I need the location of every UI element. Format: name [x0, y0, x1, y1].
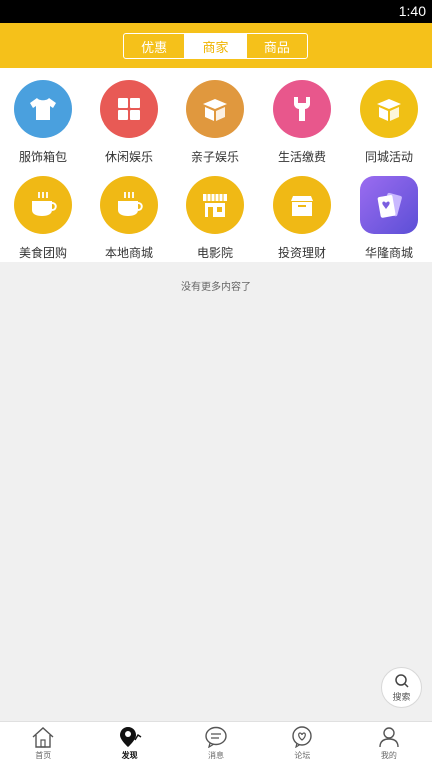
category-local-mall[interactable]: 本地商城	[86, 164, 172, 260]
tab-forum[interactable]: 论坛	[259, 722, 345, 767]
status-time: 1:40	[398, 3, 426, 19]
category-label: 华隆商城	[364, 246, 413, 260]
no-more-content-text: 没有更多内容了	[181, 282, 251, 293]
category-label: 亲子娱乐	[190, 150, 239, 164]
tab-label: 我的	[380, 751, 397, 760]
category-investment[interactable]: 投资理财	[259, 164, 345, 260]
chat-bubble-icon	[205, 726, 227, 748]
shirt-icon	[14, 80, 72, 138]
person-icon	[379, 727, 399, 748]
tab-label: 首页	[35, 751, 52, 760]
category-bill-payment[interactable]: 生活缴费	[259, 68, 345, 164]
status-bar: 1:40	[0, 0, 432, 23]
grid-icon	[100, 80, 158, 138]
tab-products[interactable]: 商品	[247, 34, 307, 58]
tab-label: 发现	[121, 751, 138, 760]
tab-label: 论坛	[294, 751, 311, 760]
location-pin-icon	[119, 727, 141, 747]
tab-discover[interactable]: 发现	[86, 722, 172, 767]
tab-home[interactable]: 首页	[0, 722, 86, 767]
category-clothing-bags[interactable]: 服饰箱包	[0, 68, 86, 164]
tab-label: 消息	[208, 751, 225, 760]
category-cinema[interactable]: 电影院	[172, 164, 258, 260]
segment-control: 优惠 商家 商品	[123, 33, 308, 59]
cards-icon	[360, 176, 418, 234]
box-icon	[186, 80, 244, 138]
search-button[interactable]: 搜索	[381, 667, 422, 708]
category-hualong-mall[interactable]: 华隆商城	[346, 164, 432, 260]
storefront-icon	[186, 176, 244, 234]
tab-discount[interactable]: 优惠	[124, 34, 186, 58]
category-local-events[interactable]: 同城活动	[346, 68, 432, 164]
box-icon	[273, 176, 331, 234]
top-header: 优惠 商家 商品	[0, 23, 432, 68]
wrench-icon	[273, 80, 331, 138]
search-icon	[394, 673, 409, 688]
coffee-cup-icon	[100, 176, 158, 234]
heart-bubble-icon	[292, 726, 313, 748]
search-label: 搜索	[392, 692, 411, 703]
category-label: 本地商城	[104, 246, 153, 260]
category-family-fun[interactable]: 亲子娱乐	[172, 68, 258, 164]
tab-merchant[interactable]: 商家	[185, 34, 247, 58]
category-label: 美食团购	[18, 246, 67, 260]
category-label: 同城活动	[364, 150, 413, 164]
bottom-tab-bar: 首页 发现 消息 论坛 我的	[0, 721, 432, 767]
category-food-deals[interactable]: 美食团购	[0, 164, 86, 260]
home-icon	[32, 727, 54, 748]
category-leisure[interactable]: 休闲娱乐	[86, 68, 172, 164]
coffee-cup-icon	[14, 176, 72, 234]
category-label: 电影院	[196, 246, 233, 260]
category-label: 投资理财	[277, 246, 326, 260]
box-icon	[360, 80, 418, 138]
category-label: 生活缴费	[277, 150, 326, 164]
category-grid: 服饰箱包 休闲娱乐 亲子娱乐 生活缴费 同城活动 美食团购 本地商城 电影院 投…	[0, 68, 432, 262]
category-label: 服饰箱包	[18, 150, 67, 164]
tab-messages[interactable]: 消息	[173, 722, 259, 767]
tab-profile[interactable]: 我的	[346, 722, 432, 767]
category-label: 休闲娱乐	[104, 150, 153, 164]
